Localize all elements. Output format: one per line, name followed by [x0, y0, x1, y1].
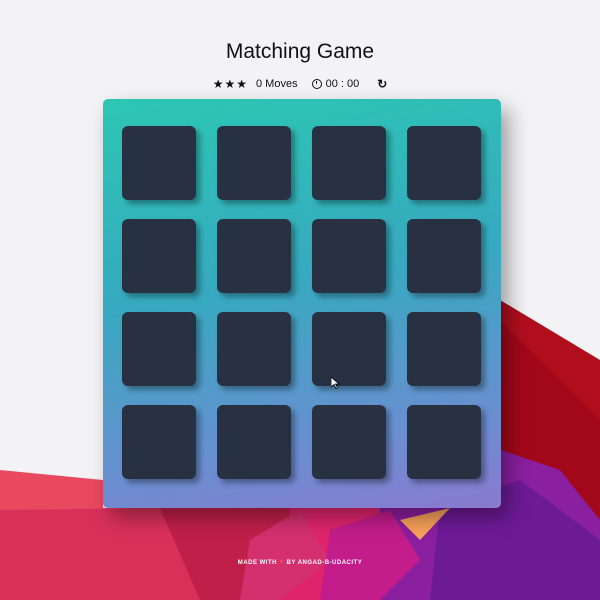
card[interactable] [312, 219, 386, 293]
card[interactable] [407, 405, 481, 479]
card[interactable] [122, 126, 196, 200]
card[interactable] [217, 312, 291, 386]
clock-icon [311, 79, 322, 89]
card[interactable] [407, 126, 481, 200]
card[interactable] [312, 312, 386, 386]
card[interactable] [407, 312, 481, 386]
moves-counter: 0 Moves [256, 78, 298, 90]
score-panel: ★★★ 0 Moves 00 : 00 ↻ [0, 77, 600, 91]
card[interactable] [217, 126, 291, 200]
footer-text-before: MADE WITH [237, 560, 277, 566]
star-rating: ★★★ [212, 77, 248, 91]
card[interactable] [122, 405, 196, 479]
footer-credit: MADE WITH ♥ BY ANGAD-B-UDACITY [0, 557, 600, 566]
card[interactable] [122, 312, 196, 386]
card[interactable] [217, 405, 291, 479]
card[interactable] [312, 126, 386, 200]
card[interactable] [122, 219, 196, 293]
restart-icon[interactable]: ↻ [377, 77, 387, 91]
footer-text-after: BY ANGAD-B-UDACITY [286, 560, 363, 566]
card[interactable] [217, 219, 291, 293]
heart-icon: ♥ [279, 557, 285, 566]
timer: 00 : 00 [311, 78, 360, 90]
card[interactable] [407, 219, 481, 293]
mouse-cursor-icon [331, 377, 341, 389]
timer-value: 00 : 00 [325, 78, 360, 90]
card[interactable] [312, 405, 386, 479]
card-deck [103, 99, 501, 508]
page-title: Matching Game [225, 40, 375, 63]
